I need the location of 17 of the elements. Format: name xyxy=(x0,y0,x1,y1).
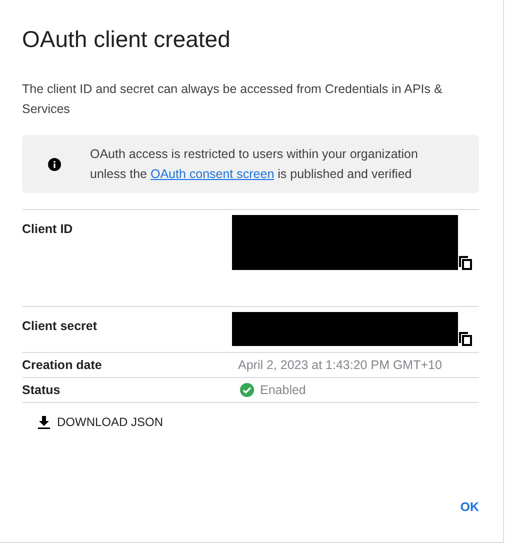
copy-icon[interactable] xyxy=(459,256,472,270)
field-value: April 2, 2023 at 1:43:20 PM GMT+10 xyxy=(237,357,443,374)
field-label: Creation date xyxy=(22,357,103,374)
dialog-title: OAuth client created xyxy=(22,26,232,53)
info-icon xyxy=(48,158,61,170)
field-label: Client ID xyxy=(22,221,74,238)
copy-icon[interactable] xyxy=(459,332,472,346)
check-circle-icon xyxy=(240,383,254,397)
ok-button[interactable]: OK xyxy=(460,496,479,518)
consent-screen-link[interactable]: OAuth consent screen xyxy=(150,167,274,181)
download-json-button[interactable]: DOWNLOAD JSON xyxy=(34,411,168,433)
field-label: Client secret xyxy=(22,318,98,335)
notice-text: OAuth access is restricted to users within your organization unless the OAuth consent screen is published and verified xyxy=(90,146,419,183)
download-icon xyxy=(38,416,50,428)
description-text: The client ID and secret can always be accessed from Credentials in APIs & Services xyxy=(22,81,444,118)
field-label: Status xyxy=(22,382,62,399)
status-text: Enabled xyxy=(260,382,306,399)
